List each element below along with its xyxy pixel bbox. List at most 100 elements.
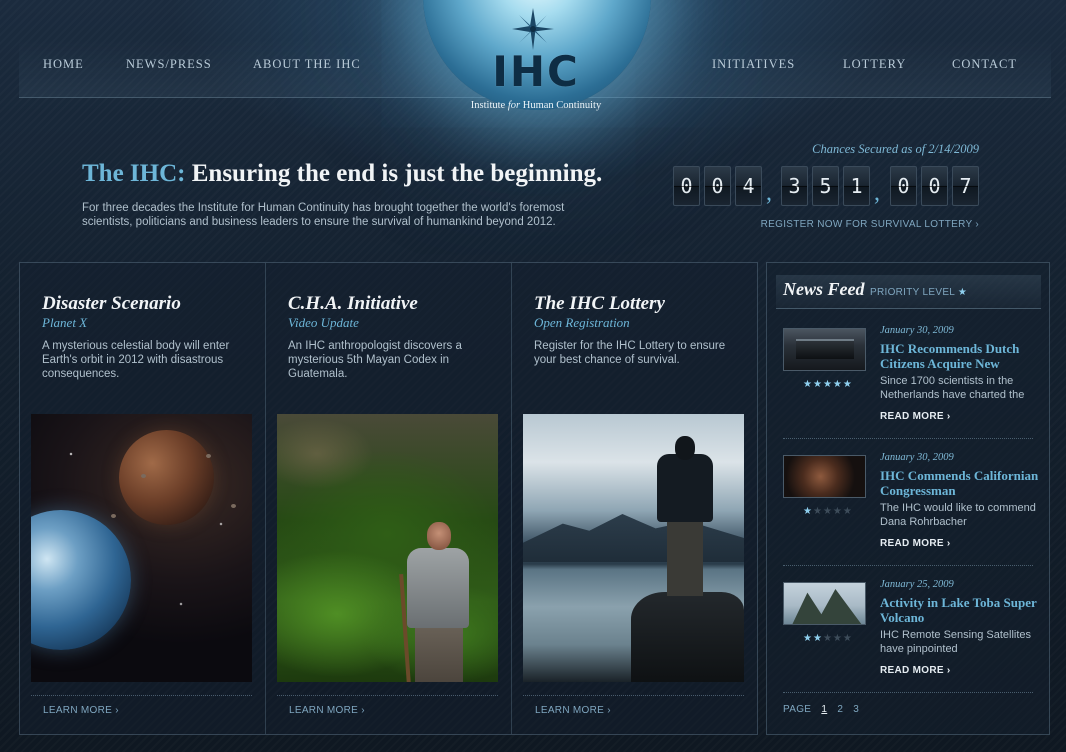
nav-contact-link[interactable]: CONTACT bbox=[952, 57, 1017, 72]
divider bbox=[31, 695, 252, 696]
priority-stars: ★★★★★ bbox=[803, 506, 853, 517]
divider bbox=[277, 695, 498, 696]
planet-x-shape bbox=[119, 430, 214, 525]
read-more-label: READ MORE bbox=[880, 665, 944, 676]
read-more-link[interactable]: READ MORE › bbox=[880, 411, 951, 422]
earth-shape bbox=[31, 510, 131, 650]
read-more-label: READ MORE bbox=[880, 411, 944, 422]
chevron-right-icon: › bbox=[361, 705, 365, 716]
news-thumbnail[interactable] bbox=[783, 455, 866, 498]
star-icon: ★ bbox=[822, 633, 833, 644]
priority-stars: ★★★★★ bbox=[803, 379, 853, 390]
feature-title: The IHC Lottery bbox=[534, 293, 665, 314]
news-excerpt: IHC Remote Sensing Satellites have pinpo… bbox=[880, 629, 1032, 655]
news-headline-link[interactable]: IHC Recommends Dutch Citizens Acquire Ne… bbox=[880, 341, 1040, 371]
star-icon: ★ bbox=[832, 379, 843, 390]
compass-icon bbox=[512, 8, 554, 50]
chevron-right-icon: › bbox=[946, 538, 951, 549]
pager-page-3[interactable]: 3 bbox=[853, 704, 859, 715]
star-icon: ★ bbox=[832, 506, 843, 517]
asteroid-shape bbox=[141, 474, 146, 478]
counter-digit: 1 bbox=[843, 166, 870, 206]
feature-subtitle: Video Update bbox=[288, 315, 359, 330]
learn-more-link[interactable]: LEARN MORE › bbox=[289, 705, 365, 716]
lake-figure-image[interactable] bbox=[523, 414, 744, 682]
pager-page-1[interactable]: 1 bbox=[821, 704, 827, 715]
planet-x-image[interactable] bbox=[31, 414, 252, 682]
divider bbox=[523, 695, 744, 696]
asteroid-shape bbox=[111, 514, 116, 518]
news-headline-link[interactable]: IHC Commends Californian Congressman bbox=[880, 468, 1040, 498]
star-icon: ★ bbox=[803, 506, 813, 517]
news-feed-panel: News Feed PRIORITY LEVEL ★ ★★★★★ January… bbox=[766, 262, 1050, 735]
news-date: January 25, 2009 bbox=[880, 579, 954, 590]
chevron-right-icon: › bbox=[607, 705, 611, 716]
star-icon: ★ bbox=[842, 506, 853, 517]
star-icon: ★ bbox=[842, 379, 853, 390]
priority-stars: ★★★★★ bbox=[803, 633, 853, 644]
chevron-right-icon: › bbox=[115, 705, 119, 716]
asteroid-shape bbox=[231, 504, 236, 508]
counter-separator: , bbox=[766, 180, 772, 206]
counter-digit: 3 bbox=[781, 166, 808, 206]
divider bbox=[783, 692, 1033, 693]
chevron-right-icon: › bbox=[975, 219, 979, 230]
feature-text: Register for the IHC Lottery to ensure y… bbox=[534, 340, 726, 366]
read-more-link[interactable]: READ MORE › bbox=[880, 665, 951, 676]
star-icon: ★ bbox=[822, 379, 833, 390]
divider bbox=[783, 438, 1033, 439]
priority-level-label: PRIORITY LEVEL ★ bbox=[870, 287, 967, 298]
star-icon: ★ bbox=[803, 633, 813, 644]
person-shape bbox=[415, 624, 463, 682]
learn-more-link[interactable]: LEARN MORE › bbox=[43, 705, 119, 716]
feature-card-disaster: Disaster Scenario Planet X A mysterious … bbox=[20, 263, 266, 734]
learn-more-link[interactable]: LEARN MORE › bbox=[535, 705, 611, 716]
features-panel: Disaster Scenario Planet X A mysterious … bbox=[19, 262, 758, 735]
nav-home-link[interactable]: HOME bbox=[43, 57, 84, 72]
feature-title: C.H.A. Initiative bbox=[288, 293, 418, 314]
learn-more-label: LEARN MORE bbox=[535, 705, 605, 716]
jungle-video-image[interactable] bbox=[277, 414, 498, 682]
counter-digit: 0 bbox=[890, 166, 917, 206]
person-shape bbox=[427, 522, 451, 550]
priority-level-text: PRIORITY LEVEL bbox=[870, 287, 955, 298]
logo-tagline-part: Institute bbox=[470, 100, 508, 111]
register-lottery-link[interactable]: REGISTER NOW FOR SURVIVAL LOTTERY › bbox=[730, 219, 979, 230]
read-more-link[interactable]: READ MORE › bbox=[880, 538, 951, 549]
feature-text: An IHC anthropologist discovers a myster… bbox=[288, 340, 462, 380]
person-shape bbox=[407, 548, 469, 628]
figure-shape bbox=[657, 454, 713, 522]
counter-label: Chances Secured as of 2/14/2009 bbox=[812, 142, 979, 156]
feature-title: Disaster Scenario bbox=[42, 293, 181, 314]
nav-news-press-link[interactable]: NEWS/PRESS bbox=[126, 57, 212, 72]
news-thumbnail[interactable] bbox=[783, 582, 866, 625]
feature-card-cha: C.H.A. Initiative Video Update An IHC an… bbox=[266, 263, 512, 734]
hero-description: For three decades the Institute for Huma… bbox=[82, 202, 565, 228]
news-pager: PAGE 1 2 3 bbox=[783, 704, 859, 715]
news-feed-title: News Feed bbox=[783, 279, 865, 299]
dock-shape bbox=[796, 339, 854, 359]
news-headline-link[interactable]: Activity in Lake Toba Super Volcano bbox=[880, 595, 1040, 625]
hero-title-accent: The IHC: bbox=[82, 160, 186, 187]
nav-initiatives-link[interactable]: INITIATIVES bbox=[712, 57, 795, 72]
asteroid-shape bbox=[206, 454, 211, 458]
divider bbox=[783, 565, 1033, 566]
news-excerpt: Since 1700 scientists in the Netherlands… bbox=[880, 375, 1025, 401]
star-icon: ★ bbox=[822, 506, 833, 517]
nav-lottery-link[interactable]: LOTTERY bbox=[843, 57, 906, 72]
logo-tagline-part: Human Continuity bbox=[520, 100, 602, 111]
feature-text: A mysterious celestial body will enter E… bbox=[42, 340, 230, 380]
star-icon: ★ bbox=[842, 633, 853, 644]
star-icon: ★ bbox=[957, 287, 968, 298]
news-date: January 30, 2009 bbox=[880, 452, 954, 463]
news-date: January 30, 2009 bbox=[880, 325, 954, 336]
nav-about-link[interactable]: ABOUT THE IHC bbox=[253, 57, 361, 72]
peaks-shape bbox=[792, 589, 862, 624]
ihc-logo[interactable]: IHC bbox=[436, 51, 636, 93]
news-thumbnail[interactable] bbox=[783, 328, 866, 371]
register-lottery-label: REGISTER NOW FOR SURVIVAL LOTTERY bbox=[760, 219, 973, 230]
logo-tagline-italic: for bbox=[507, 100, 521, 111]
rock-shape bbox=[631, 592, 744, 682]
chevron-right-icon: › bbox=[946, 665, 951, 676]
pager-page-2[interactable]: 2 bbox=[837, 704, 843, 715]
